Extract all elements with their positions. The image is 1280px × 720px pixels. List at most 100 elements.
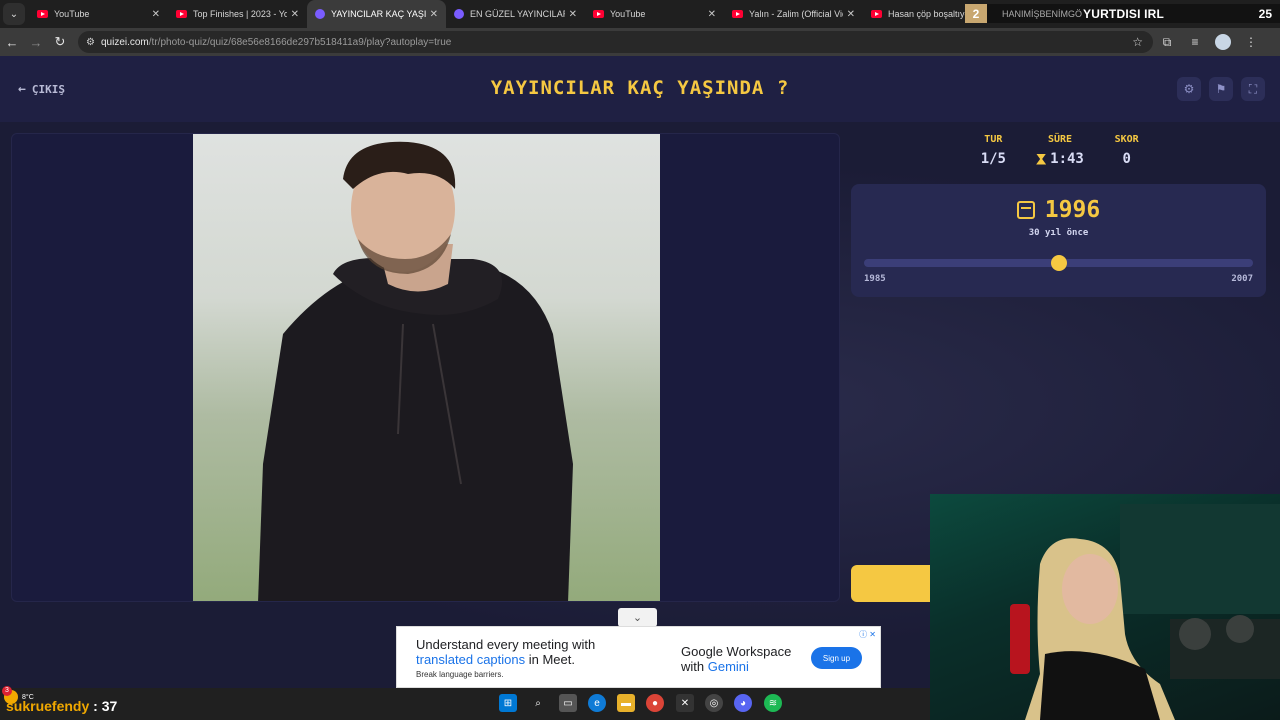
url-path: /tr/photo-quiz/quiz/68e56e8166de297b5184… [148,36,452,48]
year-slider[interactable] [864,255,1253,271]
round-label: TUR [984,134,1003,145]
time-label: SÜRE [1047,134,1073,145]
score-stat: SKOR 0 [1093,134,1160,167]
round-stat: TUR 1/5 [960,134,1027,167]
bookmark-star-icon[interactable]: ☆ [1132,35,1143,49]
tab-title: YouTube [54,9,90,19]
browser-tab[interactable]: YouTube ✕ [585,0,724,28]
ad-signup-button[interactable]: Sign up [811,647,862,669]
discord-icon[interactable]: ◕ [734,694,752,712]
url-host: quizei.com [100,36,149,48]
ad-brand-gemini: Gemini [707,659,749,674]
browser-tab[interactable]: Top Finishes | 2023 - YouTube ✕ [168,0,307,28]
close-icon[interactable]: ✕ [291,9,299,20]
quiz-stats: TUR 1/5 SÜRE 1:43 SKOR 0 [960,134,1160,167]
chrome-icon[interactable]: ● [646,694,664,712]
youtube-icon [732,10,743,18]
spotify-icon[interactable]: ≋ [764,694,782,712]
tab-title: YouTube [610,9,646,19]
close-icon[interactable]: ✕ [569,9,577,20]
close-icon[interactable]: ✕ [847,9,855,20]
start-icon[interactable]: ⊞ [499,694,517,712]
youtube-icon [871,10,882,18]
settings-button[interactable]: ⚙ [1177,77,1201,101]
chevron-down-icon: ⌄ [632,612,643,624]
tab-title: YAYINCILAR KAÇ YAŞINDA [331,9,426,19]
hourglass-icon [1036,153,1047,165]
search-icon[interactable]: ⌕ [529,694,547,712]
tab-title: Top Finishes | 2023 - YouTube [193,9,287,19]
quizei-icon [454,9,464,19]
task-view-icon[interactable]: ▭ [559,694,577,712]
ad-line1: Understand every meeting with [416,637,596,652]
tab-title: HANIMİŞBENİMGÖ [1002,8,1083,19]
close-icon[interactable]: ✕ [708,9,716,20]
close-icon[interactable]: ✕ [430,9,438,20]
chat-value: 37 [101,698,118,714]
ad-line2-rest: in Meet. [525,652,575,667]
ad-subtext: Break language barriers. [416,670,504,679]
flag-icon: ⚑ [1215,82,1227,96]
ad-collapse-button[interactable]: ⌄ [618,608,657,627]
slider-thumb[interactable] [1050,255,1067,271]
back-icon[interactable]: ← [0,30,24,54]
tab-title: EN GÜZEL YAYINCILAR (A [470,9,565,19]
chat-separator: : [89,698,102,714]
x-icon[interactable]: ✕ [676,694,694,712]
stream-overlay-bar: 2 HANIMİŞBENİMGÖ YURTDISI IRL 25 [965,4,1280,23]
time-value: 1:43 [1050,151,1084,167]
browser-tab-active[interactable]: YAYINCILAR KAÇ YAŞINDA ✕ [307,0,446,28]
photo-card [11,133,840,602]
ad-headline: Understand every meeting with translated… [416,637,595,667]
file-explorer-icon[interactable]: ▬ [617,694,635,712]
slider-min-label: 1985 [864,274,886,284]
close-icon[interactable]: ✕ [152,9,160,20]
slider-max-label: 2007 [1231,274,1253,284]
ad-line2-highlight: translated captions [416,652,526,667]
browser-tab[interactable]: YouTube ✕ [29,0,168,28]
webcam-scene [1010,504,1280,720]
time-value-wrap: 1:43 [1027,151,1094,167]
profile-avatar[interactable] [1215,34,1231,50]
site-info-icon[interactable]: ⚙ [86,37,95,48]
windows-taskbar: 3 8°C [0,686,930,720]
edge-icon[interactable]: e [588,694,606,712]
score-label: SKOR [1114,134,1139,145]
webcam-overlay [930,494,1280,720]
address-bar[interactable]: ⚙ quizei.com/tr/photo-quiz/quiz/68e56e81… [78,31,1153,53]
calendar-icon [1016,201,1035,219]
fullscreen-icon: ⛶ [1248,81,1258,96]
browser-toolbar: ← → ↻ ⚙ quizei.com/tr/photo-quiz/quiz/68… [0,28,1280,56]
forward-icon[interactable]: → [24,30,48,54]
extensions-icon[interactable]: ⧉ [1153,30,1181,54]
youtube-icon [37,10,48,18]
media-control-icon[interactable]: ≡ [1181,30,1209,54]
chat-username: sukruefendy [6,698,90,714]
fullscreen-button[interactable]: ⛶ [1241,77,1265,101]
stream-overlay-title: YURTDISI IRL [1083,6,1165,21]
ad-banner[interactable]: Understand every meeting with translated… [396,626,881,688]
youtube-icon [176,10,187,18]
person-photo [258,141,573,601]
youtube-icon [593,10,604,18]
ad-brand: Google Workspace with Gemini [681,644,791,674]
stream-overlay-count: 25 [1258,6,1272,21]
report-button[interactable]: ⚑ [1209,77,1233,101]
ad-brand-line1: Google Workspace [681,644,792,659]
tab-search-button[interactable]: ⌄ [3,3,25,25]
obs-icon[interactable]: ◎ [705,694,723,712]
year-value: 1996 [1044,197,1101,223]
notification-badge: 3 [2,686,12,696]
years-ago-label: 30 yıl önce [1028,228,1089,238]
chat-overlay: sukruefendy : 37 [6,698,117,714]
quizei-icon [315,9,325,19]
adchoices-icon[interactable]: ⓘ ✕ [859,629,876,640]
ad-brand-pre: with [681,659,708,674]
reload-icon[interactable]: ↻ [48,30,72,54]
browser-tab[interactable]: Yalın - Zalim (Official Video) ✕ [724,0,863,28]
round-value: 1/5 [980,151,1006,167]
more-menu-icon[interactable]: ⋮ [1237,30,1265,54]
browser-tab[interactable]: EN GÜZEL YAYINCILAR (A ✕ [446,0,585,28]
year-display: 1996 [851,197,1266,223]
score-value: 0 [1122,151,1131,167]
